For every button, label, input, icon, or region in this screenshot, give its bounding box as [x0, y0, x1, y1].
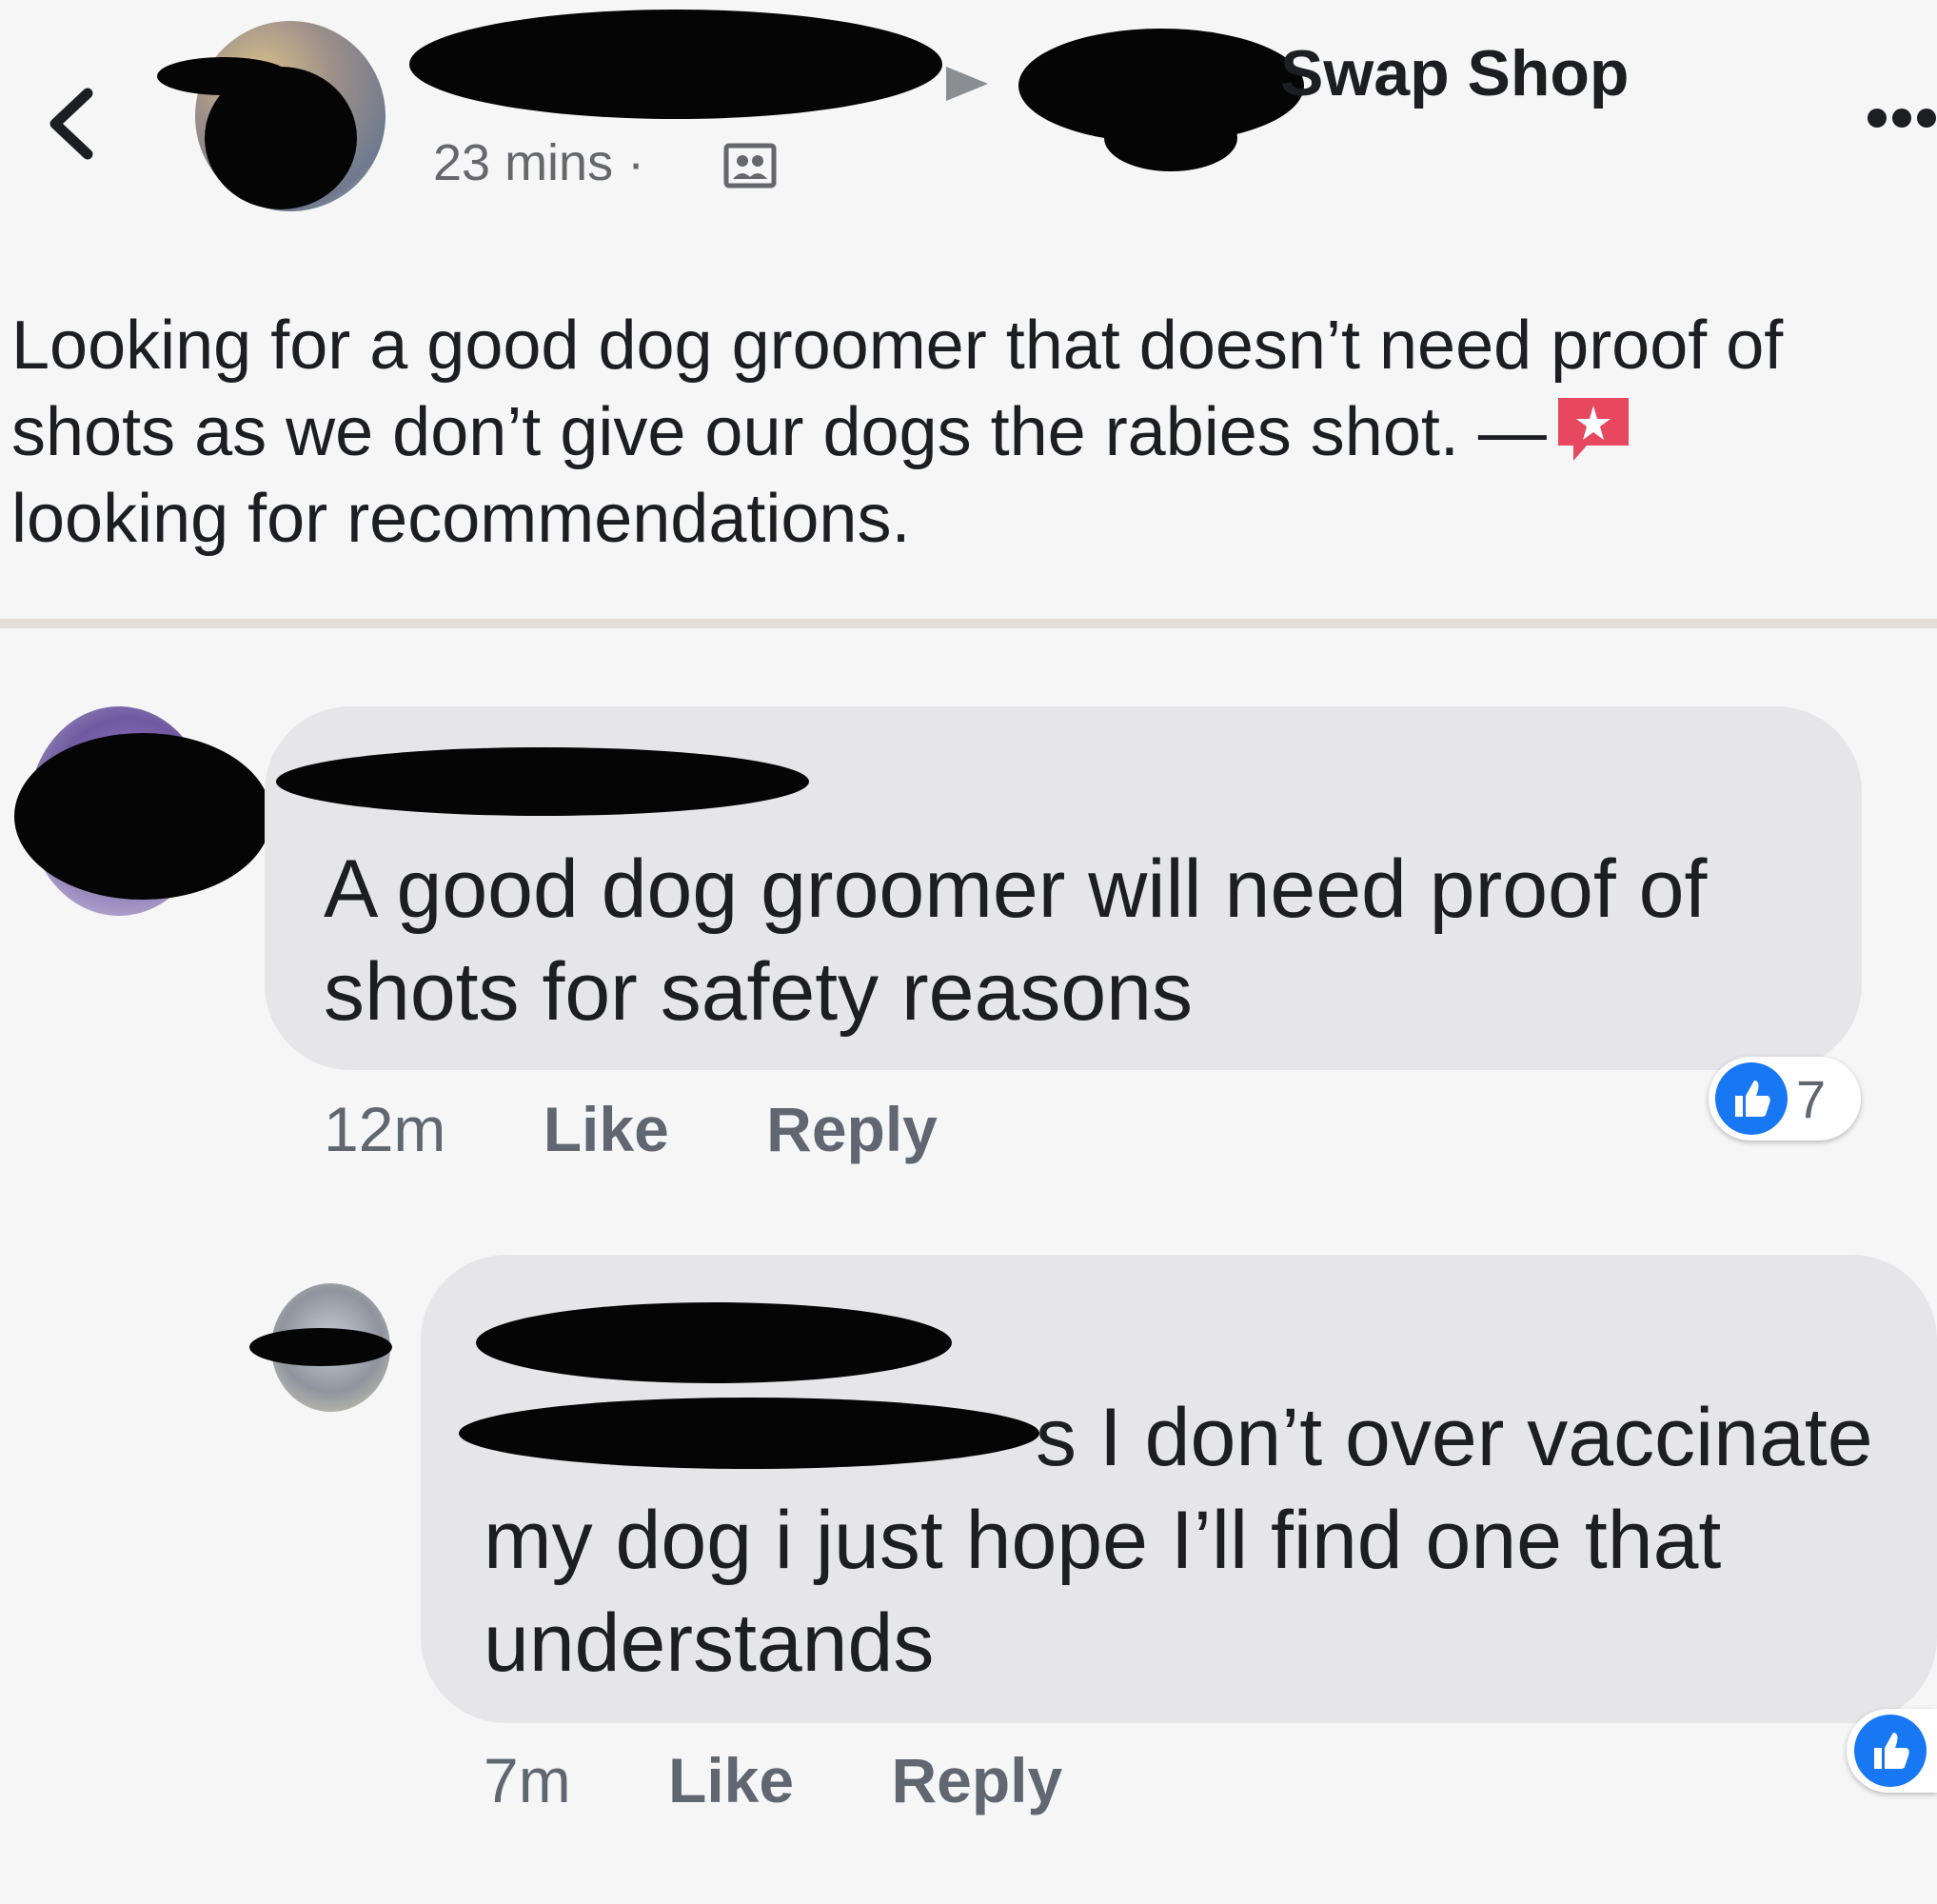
- redaction-mark: [276, 747, 809, 816]
- redaction-mark: [1104, 105, 1237, 171]
- redaction-mark: [14, 733, 271, 900]
- redaction-mark: [409, 10, 942, 119]
- post-text-line: looking for recommendations.: [11, 481, 911, 557]
- reaction-count[interactable]: 7: [1709, 1057, 1861, 1140]
- redaction-mark: [476, 1302, 952, 1383]
- reply-button[interactable]: Reply: [891, 1745, 1062, 1815]
- redaction-mark: [157, 57, 290, 95]
- comment-text: s I don’t over vaccinate: [1036, 1386, 1873, 1489]
- comment-text-line: shots for safety reasons: [324, 946, 1193, 1038]
- comment-text-line: understands: [484, 1597, 935, 1689]
- comment-timestamp[interactable]: 12m: [324, 1094, 445, 1164]
- post-text-line: shots as we don’t give our dogs the rabi…: [11, 389, 1934, 476]
- group-name-link[interactable]: Swap Shop: [1280, 36, 1629, 110]
- comment-text-line: my dog i just hope I’ll find one that: [484, 1495, 1722, 1586]
- reaction-count-value: 7: [1796, 1068, 1827, 1129]
- arrow-right-icon: [942, 63, 992, 105]
- comment-text: A good dog groomer will need proof of sh…: [324, 838, 1707, 1043]
- reaction-count[interactable]: [1847, 1709, 1937, 1793]
- redaction-mark: [459, 1398, 1039, 1469]
- comment-actions: 7m Like Reply: [484, 1744, 1062, 1816]
- like-reaction-icon: [1715, 1062, 1788, 1135]
- comment-text: my dog i just hope I’ll find one that un…: [484, 1489, 1721, 1695]
- more-options-icon[interactable]: [1866, 103, 1937, 133]
- back-chevron-icon: [49, 88, 93, 160]
- like-button[interactable]: Like: [668, 1745, 794, 1815]
- post-timestamp[interactable]: 23 mins ·: [433, 133, 644, 192]
- post-text-line: Looking for a good dog groomer that does…: [11, 307, 1784, 384]
- recommendation-star-icon: [1554, 394, 1632, 465]
- comment-timestamp[interactable]: 7m: [484, 1745, 571, 1815]
- comment-text-line: A good dog groomer will need proof of: [324, 843, 1708, 935]
- comment-text-line: s I don’t over vaccinate: [1036, 1392, 1873, 1483]
- like-reaction-icon: [1854, 1715, 1927, 1787]
- comment-actions: 12m Like Reply: [324, 1093, 938, 1165]
- redaction-mark: [249, 1328, 392, 1366]
- audience-group-icon: [723, 143, 777, 188]
- reply-button[interactable]: Reply: [766, 1094, 938, 1164]
- divider: [0, 619, 1937, 628]
- post-text-segment: shots as we don’t give our dogs the rabi…: [11, 394, 1547, 470]
- back-button[interactable]: [38, 76, 105, 171]
- post-text: Looking for a good dog groomer that does…: [11, 303, 1934, 563]
- like-button[interactable]: Like: [544, 1094, 669, 1164]
